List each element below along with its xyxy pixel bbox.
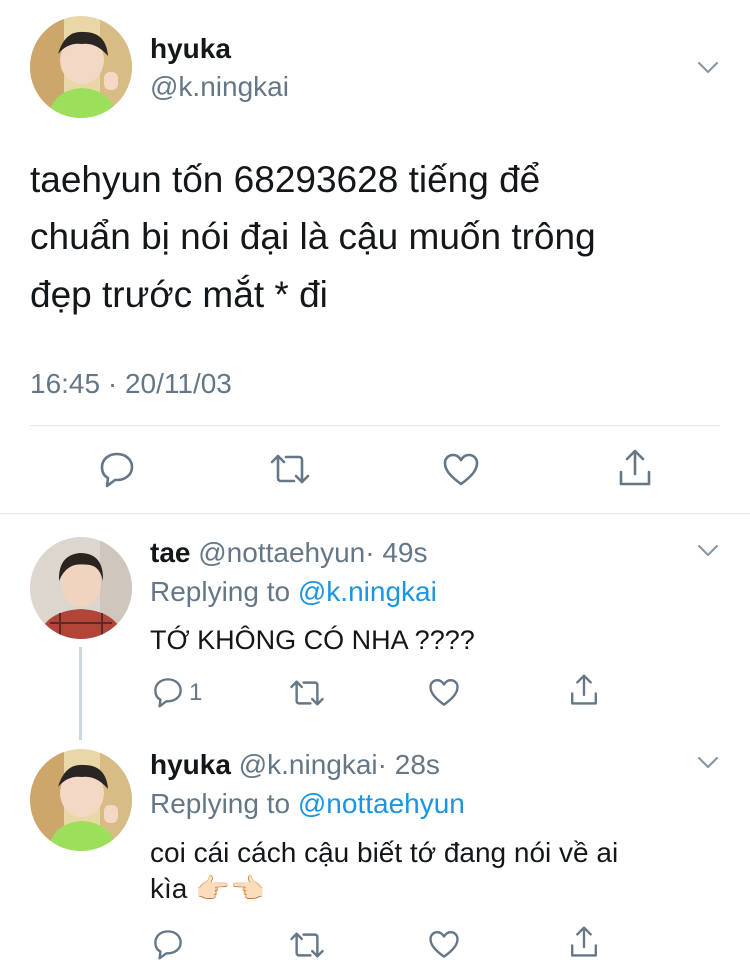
display-name[interactable]: hyuka (150, 749, 231, 780)
reply-header: hyuka @k.ningkai· 28s (150, 748, 440, 782)
replying-to-link[interactable]: @k.ningkai (298, 576, 437, 607)
replying-to: Replying to @k.ningkai (150, 575, 437, 609)
reply-text-line: kìa 👉🏻👈🏻 (150, 873, 265, 904)
like-icon[interactable] (442, 452, 480, 486)
retweet-icon[interactable] (268, 452, 312, 486)
avatar[interactable] (30, 537, 132, 639)
tweet-age[interactable]: · 28s (378, 749, 440, 780)
replying-to-prefix: Replying to (150, 576, 291, 607)
reply-icon[interactable] (98, 450, 136, 488)
share-icon[interactable] (568, 925, 600, 959)
retweet-icon[interactable] (288, 930, 326, 960)
reply-text-line: coi cái cách cậu biết tớ đang nói về ai (150, 837, 619, 868)
replying-to: Replying to @nottaehyun (150, 787, 465, 821)
handle[interactable]: @k.ningkai (239, 749, 378, 780)
handle[interactable]: @k.ningkai (150, 70, 289, 104)
reply-count: 1 (189, 679, 203, 706)
display-name[interactable]: hyuka (150, 32, 231, 66)
reply-text: TỚ KHÔNG CÓ NHA ???? (150, 625, 475, 655)
reply-icon[interactable] (152, 928, 184, 960)
thread-line (79, 647, 82, 740)
like-icon[interactable] (428, 677, 460, 707)
handle[interactable]: @nottaehyun (198, 537, 365, 568)
replying-to-link[interactable]: @nottaehyun (298, 788, 465, 819)
divider (30, 425, 720, 426)
reply-header: tae @nottaehyun· 49s (150, 536, 428, 570)
section-divider (0, 513, 750, 514)
display-name[interactable]: tae (150, 537, 190, 568)
avatar[interactable] (30, 749, 132, 851)
share-icon[interactable] (616, 448, 654, 488)
tweet-timestamp[interactable]: 16:45 · 20/11/03 (30, 367, 232, 401)
tweet-age[interactable]: · 49s (365, 537, 427, 568)
share-icon[interactable] (568, 673, 600, 707)
avatar[interactable] (30, 16, 132, 118)
retweet-icon[interactable] (288, 678, 326, 708)
chevron-down-icon[interactable] (697, 61, 719, 75)
tweet-text-line: taehyun tốn 68293628 tiếng để (30, 159, 541, 200)
replying-to-prefix: Replying to (150, 788, 291, 819)
reply-icon[interactable] (152, 676, 184, 708)
tweet-text-line: đẹp trước mắt * đi (30, 274, 328, 315)
chevron-down-icon[interactable] (697, 544, 719, 558)
like-icon[interactable] (428, 929, 460, 959)
tweet-text-line: chuẩn bị nói đại là cậu muốn trông (30, 216, 596, 257)
chevron-down-icon[interactable] (697, 756, 719, 770)
